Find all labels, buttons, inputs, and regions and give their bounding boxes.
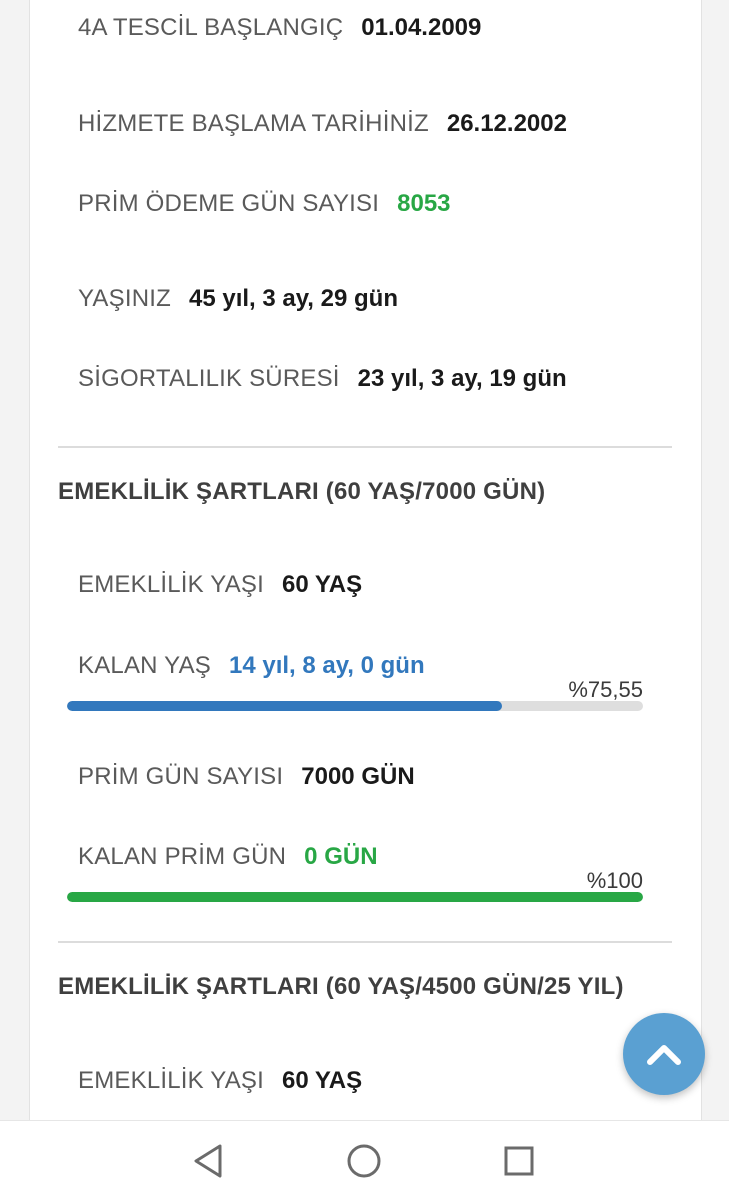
tescil-row: 4A TESCİL BAŞLANGIÇ 01.04.2009 — [78, 14, 481, 42]
s1-emeklilik-yasi-label: EMEKLİLİK YAŞI — [78, 571, 264, 598]
prim-gun-row: PRİM GÜN SAYISI 7000 GÜN — [78, 763, 415, 791]
kalan-yas-percent: %75,55 — [568, 677, 643, 702]
hizmet-row: HİZMETE BAŞLAMA TARİHİNİZ 26.12.2002 — [78, 110, 567, 138]
kalan-prim-value: 0 GÜN — [304, 843, 378, 870]
sigorta-value: 23 yıl, 3 ay, 19 gün — [357, 365, 567, 392]
hizmet-label: HİZMETE BAŞLAMA TARİHİNİZ — [78, 110, 429, 137]
s1-emeklilik-yasi-row: EMEKLİLİK YAŞI 60 YAŞ — [78, 571, 362, 599]
s2-emeklilik-yasi-value: 60 YAŞ — [282, 1067, 363, 1094]
kalan-yas-value: 14 yıl, 8 ay, 0 gün — [228, 652, 425, 679]
s2-emeklilik-yasi-label: EMEKLİLİK YAŞI — [78, 1067, 264, 1094]
hizmet-value: 26.12.2002 — [446, 110, 567, 137]
kalan-prim-label: KALAN PRİM GÜN — [78, 843, 287, 870]
kalan-yas-progress-fill — [67, 701, 503, 711]
tescil-label: 4A TESCİL BAŞLANGIÇ — [78, 14, 344, 41]
sigorta-row: SİGORTALILIK SÜRESİ 23 yıl, 3 ay, 19 gün — [78, 365, 567, 393]
kalan-prim-progress-bar — [67, 892, 643, 902]
nav-back-button[interactable] — [188, 1141, 228, 1181]
prim-row: PRİM ÖDEME GÜN SAYISI 8053 — [78, 190, 451, 218]
square-recents-icon — [504, 1146, 534, 1176]
kalan-prim-row: KALAN PRİM GÜN 0 GÜN — [78, 843, 378, 871]
yas-row: YAŞINIZ 45 yıl, 3 ay, 29 gün — [78, 285, 398, 313]
prim-value: 8053 — [397, 190, 451, 217]
sigorta-label: SİGORTALILIK SÜRESİ — [78, 365, 340, 392]
section2-title: EMEKLİLİK ŞARTLARI (60 YAŞ/4500 GÜN/25 Y… — [58, 973, 624, 1000]
chevron-up-icon — [647, 1045, 681, 1065]
divider — [58, 446, 672, 448]
kalan-prim-progress-fill — [67, 892, 643, 902]
yas-label: YAŞINIZ — [78, 285, 171, 312]
prim-gun-label: PRİM GÜN SAYISI — [78, 763, 284, 790]
s2-emeklilik-yasi-row: EMEKLİLİK YAŞI 60 YAŞ — [78, 1067, 362, 1095]
nav-home-button[interactable] — [344, 1141, 384, 1181]
s1-emeklilik-yasi-value: 60 YAŞ — [282, 571, 363, 598]
nav-recents-button[interactable] — [499, 1141, 539, 1181]
scroll-to-top-button[interactable] — [623, 1013, 705, 1095]
kalan-yas-label: KALAN YAŞ — [78, 652, 211, 679]
divider — [58, 941, 672, 943]
triangle-back-icon — [194, 1144, 222, 1178]
circle-home-icon — [347, 1144, 381, 1178]
kalan-yas-row: KALAN YAŞ 14 yıl, 8 ay, 0 gün — [78, 652, 425, 680]
section1-title: EMEKLİLİK ŞARTLARI (60 YAŞ/7000 GÜN) — [58, 478, 546, 505]
prim-gun-value: 7000 GÜN — [301, 763, 415, 790]
kalan-prim-percent: %100 — [586, 868, 643, 893]
retirement-details-card: 4A TESCİL BAŞLANGIÇ 01.04.2009 HİZMETE BA… — [29, 0, 702, 1120]
tescil-value: 01.04.2009 — [361, 14, 482, 41]
android-navigation-bar — [0, 1120, 729, 1201]
yas-value: 45 yıl, 3 ay, 29 gün — [188, 285, 398, 312]
prim-label: PRİM ÖDEME GÜN SAYISI — [78, 190, 380, 217]
kalan-yas-progress-bar — [67, 701, 643, 711]
